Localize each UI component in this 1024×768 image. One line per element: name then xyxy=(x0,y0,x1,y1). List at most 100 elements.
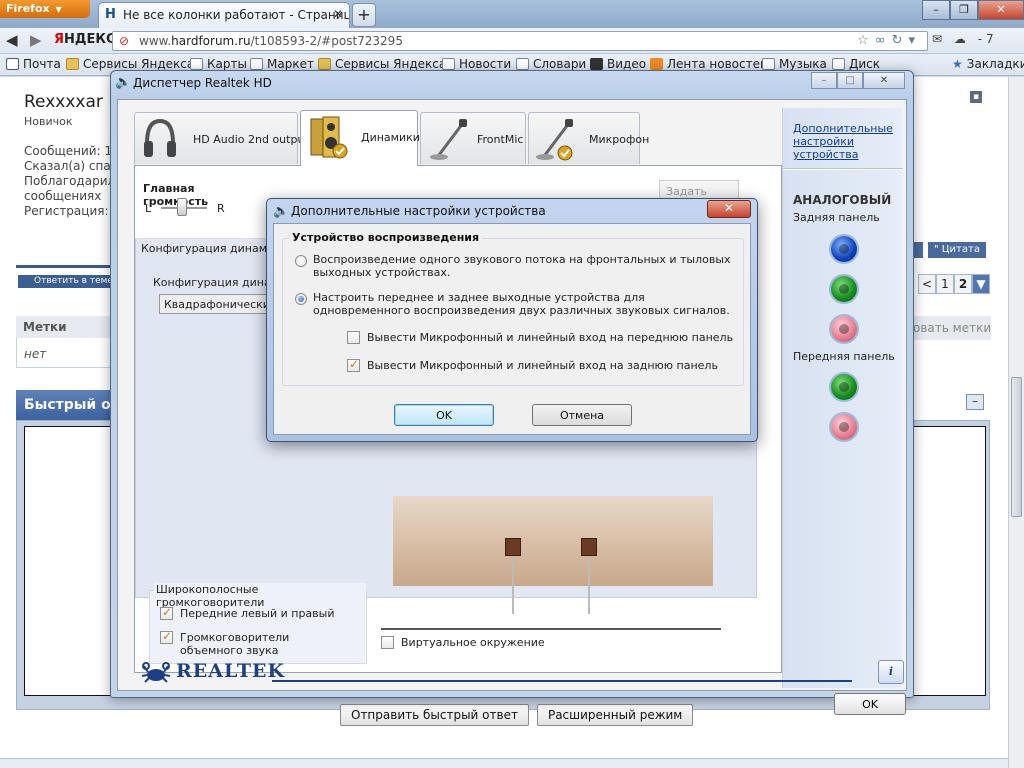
pager-prev[interactable]: < xyxy=(918,274,936,294)
bookmark-item[interactable]: Сервисы Яндекса xyxy=(318,57,446,71)
reload-icon[interactable]: ↻ xyxy=(892,33,909,48)
new-tab-button[interactable]: + xyxy=(352,3,376,27)
weather-icon[interactable]: ☁ xyxy=(954,32,970,46)
realtek-ok-button[interactable]: OK xyxy=(834,693,906,715)
rear-panel-input-label: Вывести Микрофонный и линейный вход на з… xyxy=(367,359,718,372)
maximize-icon[interactable]: ❐ xyxy=(950,0,978,20)
playback-device-title: Устройство воспроизведения xyxy=(289,231,483,244)
url-text: www.hardforum.ru/t108593-2/#post723295 xyxy=(139,34,403,48)
rear-pink-jack-icon[interactable] xyxy=(831,316,857,342)
main-volume-group: Главная громкость L R xyxy=(143,182,263,222)
send-quick-reply-button[interactable]: Отправить быстрый ответ xyxy=(340,704,529,726)
status-bar xyxy=(0,758,1008,768)
virtual-surround-checkbox[interactable] xyxy=(381,636,394,649)
bookmark-item[interactable]: Почта xyxy=(6,57,61,71)
dialog-ok-button[interactable]: OK xyxy=(394,404,494,426)
tab-speakers[interactable]: Динамики xyxy=(300,110,420,166)
weather-temp: -7 xyxy=(977,32,998,46)
bookmark-item[interactable]: Словари xyxy=(516,57,586,71)
user-stat-thanks: Поблагодарили xyxy=(24,174,110,188)
tab-hd-audio-2nd-output[interactable]: HD Audio 2nd output xyxy=(134,112,309,164)
dropdown-icon[interactable]: ▾ xyxy=(908,33,921,48)
speaker-config-select[interactable]: Квадрафонический xyxy=(159,294,269,314)
bookmark-label: Новости xyxy=(459,57,512,71)
rear-panel-label: Задняя панель xyxy=(793,211,880,224)
bookmark-item[interactable]: Музыка xyxy=(762,57,827,71)
minimize-icon[interactable]: – xyxy=(811,72,837,89)
page-scrollbar[interactable] xyxy=(1008,77,1024,768)
minimize-icon[interactable]: – xyxy=(922,0,950,20)
surround-label: Громкоговорители объемного звука xyxy=(180,631,290,657)
tab-frontmic[interactable]: FrontMic xyxy=(420,112,526,164)
firefox-menu-button[interactable]: Firefox ▼ xyxy=(0,0,90,18)
bookmark-item[interactable]: Карты xyxy=(190,57,247,71)
rear-panel-input-checkbox[interactable] xyxy=(347,357,360,372)
back-arrow-icon[interactable]: ◀ xyxy=(6,31,18,49)
site-identity-icon[interactable]: ⊘ xyxy=(119,34,129,48)
maximize-icon[interactable]: □ xyxy=(837,72,863,89)
post-username[interactable]: Rexxxxar xyxy=(24,92,103,112)
bookmark-item[interactable]: Лента новостей xyxy=(650,57,768,71)
mail-icon[interactable]: ✉ xyxy=(932,32,946,46)
url-prefix: www. xyxy=(139,34,172,48)
bookmark-item[interactable]: Маркет xyxy=(250,57,314,71)
advanced-mode-button[interactable]: Расширенный режим xyxy=(536,704,694,726)
dialog-close-icon[interactable]: ✕ xyxy=(707,200,751,218)
balance-slider-thumb[interactable] xyxy=(177,198,187,216)
front-left-speaker-icon[interactable] xyxy=(505,538,521,556)
yandex-logo-rest: НДЕКС xyxy=(64,32,116,47)
url-host: hardforum.ru xyxy=(171,34,251,48)
close-tab-icon[interactable]: ✕ xyxy=(333,7,343,21)
bookmark-item[interactable]: Сервисы Яндекса xyxy=(66,57,194,71)
side-divider xyxy=(783,168,903,170)
edit-tags-link[interactable]: овать метки xyxy=(913,316,991,340)
bookmarks-menu[interactable]: ★ Закладки xyxy=(952,57,1024,71)
rss-icon xyxy=(650,58,663,70)
front-panel-input-checkbox[interactable] xyxy=(347,331,360,344)
tab-microphone[interactable]: Микрофон xyxy=(528,112,649,166)
pager-page[interactable]: 1 xyxy=(936,274,954,294)
headphones-icon xyxy=(143,117,177,164)
rear-blue-jack-icon[interactable] xyxy=(831,236,857,262)
realtek-title-bar[interactable]: 🔈 Диспетчер Realtek HD xyxy=(111,71,913,95)
address-bar[interactable]: ⊘ www.hardforum.ru/t108593-2/#post723295… xyxy=(112,31,928,51)
speaker-stand xyxy=(512,556,514,614)
scrollbar-thumb[interactable] xyxy=(1011,377,1022,517)
quote-button[interactable]: " Цитата xyxy=(928,242,986,258)
glasses-icon[interactable]: ∞ xyxy=(875,33,892,48)
front-pink-jack-icon[interactable] xyxy=(831,414,857,440)
front-panel-label: Передняя панель xyxy=(793,350,895,363)
dual-stream-radio[interactable] xyxy=(295,293,307,305)
collapse-icon[interactable]: – xyxy=(966,394,984,410)
bookmark-star-icon[interactable]: ☆ xyxy=(857,33,875,48)
multiquote-button[interactable] xyxy=(913,242,923,258)
toolbar-right: ✉ ☁ -7 xyxy=(932,32,998,46)
tab-label: HD Audio 2nd output xyxy=(193,133,309,146)
front-lr-checkbox[interactable] xyxy=(160,605,173,620)
bookmark-label: Почта xyxy=(23,57,61,71)
pager-dropdown-icon[interactable]: ▼ xyxy=(972,274,990,294)
close-icon[interactable]: ✕ xyxy=(863,72,905,89)
yandex-logo[interactable]: ЯНДЕКС xyxy=(54,32,116,47)
surround-checkbox[interactable] xyxy=(160,629,173,644)
browser-tab-active[interactable]: H Не все колонки работают - Страница ...… xyxy=(98,2,350,28)
user-stat-posts: Сообщений: 1 xyxy=(24,144,110,158)
info-icon[interactable]: i xyxy=(878,660,904,684)
bookmark-item[interactable]: Новости xyxy=(442,57,511,71)
bookmark-item[interactable]: Видео xyxy=(590,57,646,71)
reply-in-thread-button[interactable]: Ответить в теме xyxy=(18,275,110,288)
dialog-cancel-button[interactable]: Отмена xyxy=(532,404,632,426)
edit-post-icon[interactable]: ▪ xyxy=(970,91,982,103)
single-stream-radio[interactable] xyxy=(295,255,307,267)
navigation-bar: ◀ ▶ ЯНДЕКС ⊘ www.hardforum.ru/t108593-2/… xyxy=(0,28,1024,54)
user-stat-registered: Регистрация: 1 xyxy=(24,204,110,218)
realtek-window-controls: – □ ✕ xyxy=(811,72,905,89)
front-green-jack-icon[interactable] xyxy=(831,374,857,400)
forward-arrow-icon[interactable]: ▶ xyxy=(30,31,42,49)
microphone-icon xyxy=(535,117,579,166)
close-window-icon[interactable]: ✕ xyxy=(978,0,1024,20)
advanced-device-settings-link[interactable]: Дополнительные настройки устройства xyxy=(793,122,897,161)
rear-green-jack-icon[interactable] xyxy=(831,276,857,302)
bookmark-item[interactable]: Диск xyxy=(832,57,880,71)
front-right-speaker-icon[interactable] xyxy=(581,538,597,556)
